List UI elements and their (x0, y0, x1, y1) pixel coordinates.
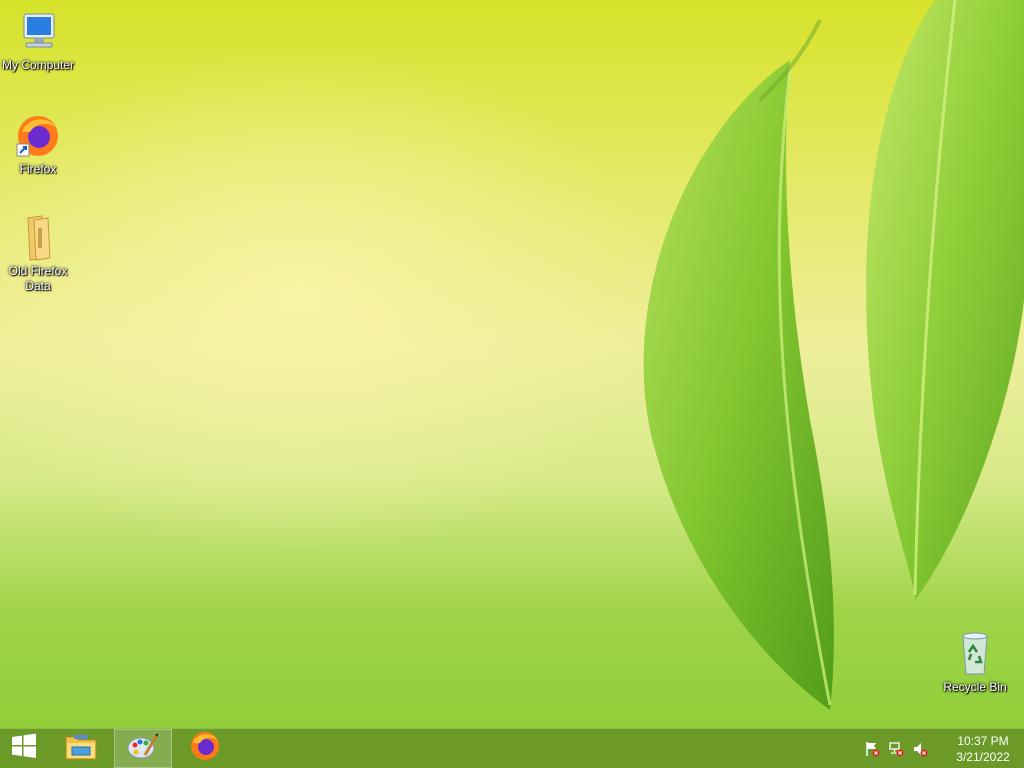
clock[interactable]: 10:37 PM 3/21/2022 (942, 733, 1024, 765)
desktop-icon-firefox[interactable]: Firefox (0, 112, 76, 177)
system-tray: 10:37 PM 3/21/2022 (860, 729, 1024, 768)
folder-icon (14, 214, 62, 262)
clock-date: 3/21/2022 (956, 749, 1010, 764)
desktop-icon-old-firefox-data[interactable]: Old Firefox Data (0, 214, 76, 294)
paint-icon (127, 731, 159, 766)
clock-time: 10:37 PM (957, 733, 1009, 748)
recycle-bin-icon (951, 630, 999, 678)
windows-logo-icon (10, 732, 38, 765)
taskbar: 10:37 PM 3/21/2022 (0, 728, 1024, 768)
desktop-icon-label: Recycle Bin (943, 680, 1007, 694)
desktop[interactable]: My Computer Firefox Old Firefox Data Rec… (0, 0, 1024, 768)
volume-muted-icon[interactable] (911, 740, 929, 758)
wallpaper-leaves (643, 0, 1024, 710)
firefox-shortcut-icon (14, 112, 62, 160)
desktop-icon-label: My Computer (1, 58, 75, 72)
network-icon[interactable] (887, 740, 905, 758)
desktop-icon-label: Old Firefox Data (8, 264, 68, 293)
taskbar-firefox-button[interactable] (182, 729, 228, 768)
computer-icon (14, 8, 62, 56)
start-button[interactable] (0, 729, 48, 768)
action-center-flag-icon[interactable] (863, 740, 881, 758)
desktop-icon-label: Firefox (19, 162, 57, 176)
file-explorer-icon (64, 731, 98, 766)
taskbar-file-explorer-button[interactable] (58, 729, 104, 768)
desktop-icon-recycle-bin[interactable]: Recycle Bin (937, 630, 1013, 695)
firefox-icon (189, 730, 221, 767)
taskbar-paint-button[interactable] (114, 729, 172, 768)
desktop-icon-my-computer[interactable]: My Computer (0, 8, 76, 73)
